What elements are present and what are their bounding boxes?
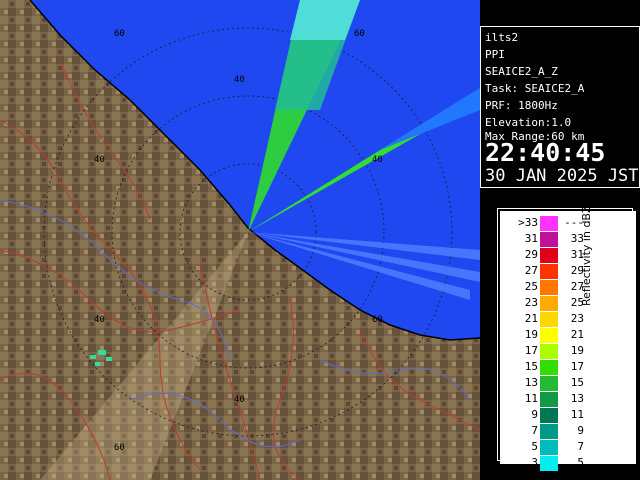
legend-low-value: 27: [524, 264, 538, 277]
legend-color-swatch: [540, 312, 558, 327]
legend-row: 79: [500, 423, 636, 439]
legend-color-swatch: [540, 264, 558, 279]
legend-low-value: 25: [524, 280, 538, 293]
legend-low-value: 11: [524, 392, 538, 405]
legend-row: 15 17: [500, 359, 636, 375]
legend-low-value: >33: [518, 216, 538, 229]
range-label: 40: [94, 155, 105, 165]
legend-high-value: 13: [570, 392, 584, 405]
radar-info-panel: ilts2 PPI SEAICE2_A_Z Task: SEAICE2_A PR…: [480, 26, 640, 188]
legend-color-swatch: [540, 296, 558, 311]
range-label: 40: [234, 75, 245, 85]
legend-high-value: 19: [570, 344, 584, 357]
legend-color-swatch: [540, 248, 558, 263]
legend-color-swatch: [540, 232, 558, 247]
legend-low-value: 21: [524, 312, 538, 325]
legend-color-swatch: [540, 280, 558, 295]
legend-row: 29 31: [500, 247, 636, 263]
elevation-value: Elevation:1.0: [485, 116, 572, 129]
legend-low-value: 31: [524, 232, 538, 245]
legend-color-swatch: [540, 328, 558, 343]
range-label: 40: [234, 395, 245, 405]
range-label: 40: [94, 315, 105, 325]
legend-low-value: 15: [524, 360, 538, 373]
legend-rows: >33 --- 31 33 29 31 27 29 25 27 23 25 21 23 19 21 17 19 15…: [500, 215, 636, 471]
range-label: 60: [372, 315, 383, 325]
range-label: 40: [372, 155, 383, 165]
scan-type: PPI: [485, 48, 505, 61]
site-name: ilts2: [485, 31, 519, 44]
legend-low-value: 17: [524, 344, 538, 357]
legend-row: 35: [500, 455, 636, 471]
legend-row: 21 23: [500, 311, 636, 327]
legend-color-swatch: [540, 424, 558, 439]
legend-row: 27 29: [500, 263, 636, 279]
legend-color-swatch: [540, 456, 558, 471]
scan-date: 30 JAN 2025 JST: [485, 166, 639, 186]
product-name: SEAICE2_A_Z: [485, 65, 558, 78]
range-label: 60: [114, 29, 125, 39]
legend-high-value: 5: [577, 456, 584, 469]
legend-title: Reflectivity in dBZ: [580, 205, 593, 306]
legend-row: 23 25: [500, 295, 636, 311]
legend-color-swatch: [540, 392, 558, 407]
legend-row: 11 13: [500, 391, 636, 407]
legend-row: 57: [500, 439, 636, 455]
legend-low-value: 19: [524, 328, 538, 341]
prf-value: PRF: 1800Hz: [485, 99, 558, 112]
legend-high-value: 7: [577, 440, 584, 453]
legend-row: 9 11: [500, 407, 636, 423]
legend-high-value: 17: [570, 360, 584, 373]
legend-low-value: 29: [524, 248, 538, 261]
legend-high-value: 11: [570, 408, 584, 421]
legend-row: 13 15: [500, 375, 636, 391]
legend-row: >33 ---: [500, 215, 636, 231]
legend-low-value: 9: [531, 408, 538, 421]
radar-display-window: 60 60 40 40 40 40 40 60 60 ilts2 PPI SEA…: [0, 0, 640, 480]
range-label: 60: [114, 443, 125, 453]
legend-color-swatch: [540, 216, 558, 231]
legend-low-value: 7: [531, 424, 538, 437]
legend-low-value: 5: [531, 440, 538, 453]
reflectivity-legend: >33 --- 31 33 29 31 27 29 25 27 23 25 21 23 19 21 17 19 15…: [500, 205, 636, 471]
legend-color-swatch: [540, 408, 558, 423]
legend-row: 31 33: [500, 231, 636, 247]
legend-color-swatch: [540, 440, 558, 455]
legend-high-value: 23: [570, 312, 584, 325]
legend-high-value: 9: [577, 424, 584, 437]
legend-high-value: 15: [570, 376, 584, 389]
legend-color-swatch: [540, 376, 558, 391]
range-label: 60: [354, 29, 365, 39]
legend-row: 25 27: [500, 279, 636, 295]
legend-row: 17 19: [500, 343, 636, 359]
legend-row: 19 21: [500, 327, 636, 343]
legend-low-value: 23: [524, 296, 538, 309]
legend-low-value: 3: [531, 456, 538, 469]
legend-low-value: 13: [524, 376, 538, 389]
legend-color-swatch: [540, 360, 558, 375]
task-name: Task: SEAICE2_A: [485, 82, 585, 95]
legend-high-value: 21: [570, 328, 584, 341]
radar-ppi-map[interactable]: 60 60 40 40 40 40 40 60 60: [0, 0, 480, 480]
legend-color-swatch: [540, 344, 558, 359]
